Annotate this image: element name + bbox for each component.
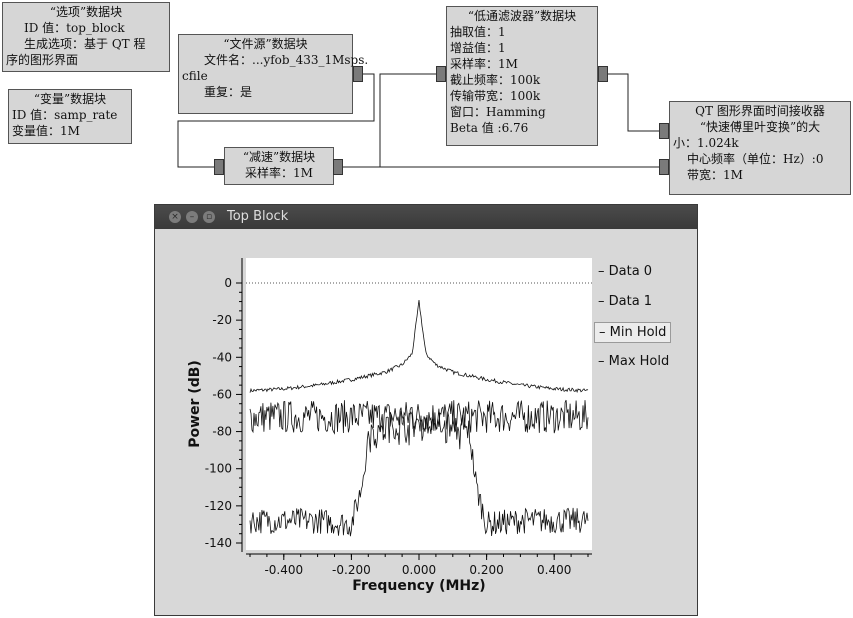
series-line-min-hold — [249, 407, 589, 537]
x-tick-label: -0.200 — [332, 563, 371, 577]
x-tick-label: 0.000 — [402, 563, 436, 577]
legend-item-data-1[interactable]: – Data 1 — [594, 292, 656, 311]
y-tick-label: -60 — [212, 387, 232, 401]
legend-item-max-hold[interactable]: – Max Hold — [594, 352, 673, 371]
x-axis-label: Frequency (MHz) — [352, 578, 485, 594]
y-tick-label: -80 — [212, 425, 232, 439]
y-tick-label: -140 — [205, 536, 232, 550]
x-tick-label: 0.400 — [537, 563, 571, 577]
y-tick-label: -20 — [212, 313, 232, 327]
y-tick-label: 0 — [224, 276, 232, 290]
y-axis-label: Power (dB) — [187, 360, 203, 448]
series-line-data-1 — [249, 399, 589, 435]
spectrum-chart: 0 -20 -40 -60 -80 -100 -120 -140 -0.400 -0.200 0.0… — [187, 258, 592, 594]
legend-item-data-0[interactable]: – Data 0 — [594, 262, 656, 281]
y-tick-label: -100 — [205, 462, 232, 476]
x-tick-label: -0.400 — [264, 563, 303, 577]
legend-item-min-hold[interactable]: – Min Hold — [594, 322, 672, 343]
y-tick-label: -120 — [205, 499, 232, 513]
series-line-data-0 — [249, 299, 589, 394]
x-tick-label: 0.200 — [469, 563, 503, 577]
y-tick-label: -40 — [212, 350, 232, 364]
